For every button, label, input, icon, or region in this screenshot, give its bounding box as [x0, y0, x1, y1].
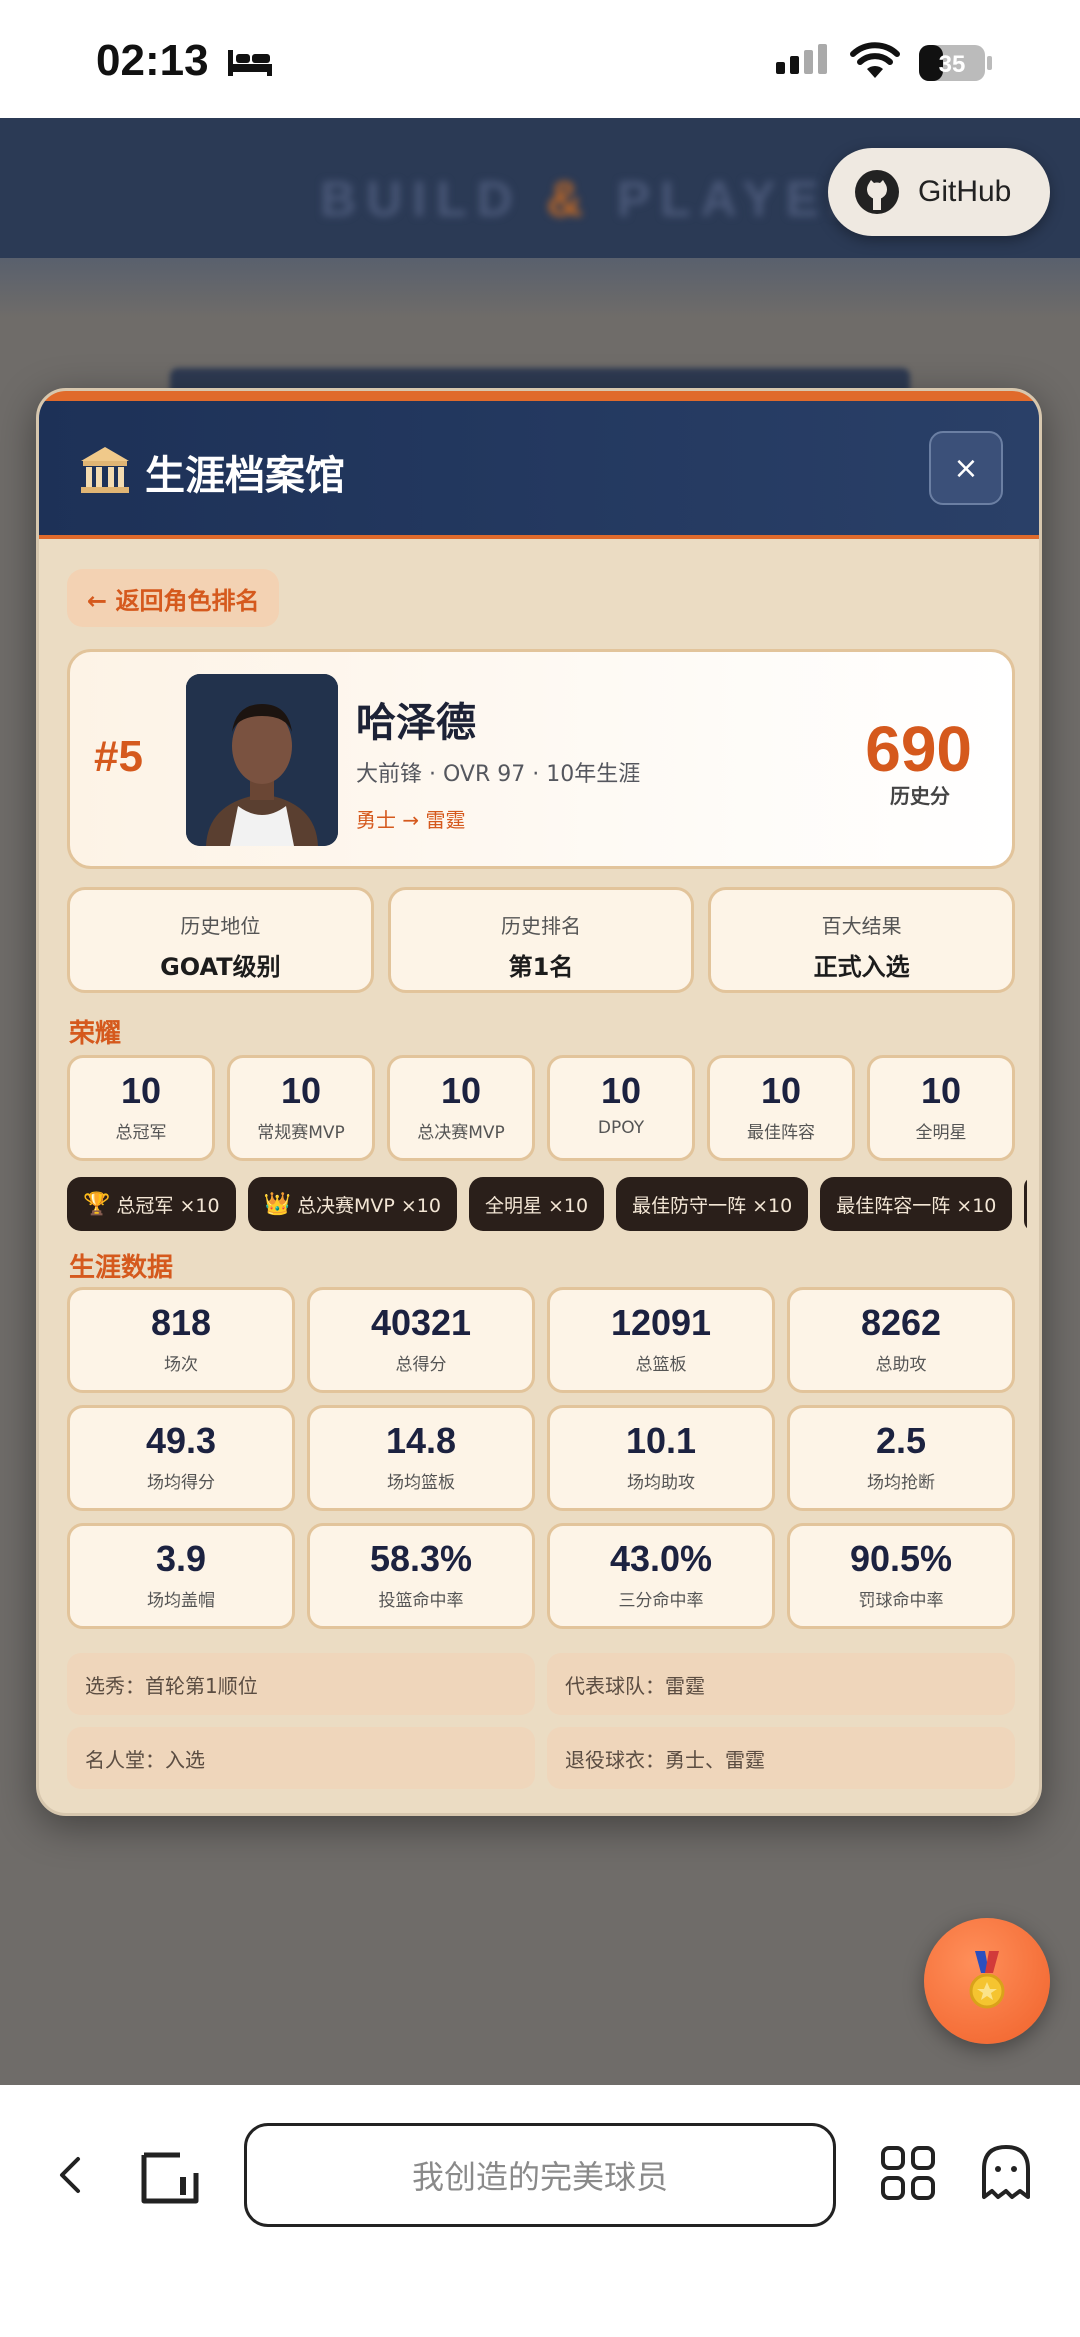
player-meta: 大前锋 · OVR 97 · 10年生涯	[356, 762, 641, 787]
museum-icon	[81, 447, 129, 493]
tabs-icon[interactable]	[140, 2147, 202, 2205]
stat-item: 58.3% 投篮命中率	[307, 1523, 535, 1629]
career-facts: 选秀：首轮第1顺位 代表球队：雷霆 名人堂：入选 退役球衣：勇士、雷霆	[67, 1653, 1015, 1789]
honors-grid: 10 总冠军 10 常规赛MVP 10 总决赛MVP 10 DPOY 10 最佳阵容 10…	[67, 1055, 1015, 1161]
summary-status: 历史地位 GOAT级别	[67, 887, 374, 993]
background-band	[0, 258, 1080, 318]
player-avatar	[186, 674, 338, 846]
historic-score-label: 历史分	[890, 784, 950, 808]
crown-icon: 👑	[263, 1191, 291, 1217]
stat-item: 90.5% 罚球命中率	[787, 1523, 1015, 1629]
historic-score: 690	[865, 713, 972, 785]
close-button[interactable]: ×	[929, 431, 1003, 505]
modal-header: 生涯档案馆 ×	[39, 391, 1039, 539]
github-label: GitHub	[918, 175, 1012, 208]
award-badge	[1024, 1177, 1027, 1231]
ghost-icon[interactable]	[978, 2143, 1034, 2203]
sleep-mode-icon	[228, 50, 272, 76]
draft-info: 选秀：首轮第1顺位	[67, 1653, 535, 1715]
retired-jerseys: 退役球衣：勇士、雷霆	[547, 1727, 1015, 1789]
honor-item: 10 DPOY	[547, 1055, 695, 1161]
stat-item: 8262 总助攻	[787, 1287, 1015, 1393]
app-title: BUILD & PLAYER	[320, 171, 875, 227]
stat-item: 43.0% 三分命中率	[547, 1523, 775, 1629]
battery-icon: 35	[919, 45, 992, 81]
honor-item: 10 全明星	[867, 1055, 1015, 1161]
player-teams: 勇士 → 雷霆	[356, 808, 466, 832]
player-card: #5 哈泽德 大前锋 · OVR 97 · 10年生涯 勇士 → 雷霆 690 …	[67, 649, 1015, 869]
honor-item: 10 最佳阵容	[707, 1055, 855, 1161]
wifi-icon	[850, 42, 900, 78]
stat-item: 12091 总篮板	[547, 1287, 775, 1393]
github-icon	[855, 170, 899, 214]
back-icon[interactable]	[48, 2151, 96, 2199]
career-archive-fab[interactable]	[924, 1918, 1050, 2044]
award-badge: 🏆 总冠军 ×10	[67, 1177, 236, 1231]
career-stats-title: 生涯数据	[69, 1253, 174, 1283]
apps-grid-icon[interactable]	[880, 2145, 936, 2201]
summary-rank: 历史排名 第1名	[387, 887, 695, 993]
address-bar[interactable]: 我创造的完美球员	[244, 2123, 836, 2227]
honor-item: 10 常规赛MVP	[227, 1055, 375, 1161]
award-badge: 全明星 ×10	[468, 1177, 605, 1231]
stat-item: 3.9 场均盖帽	[67, 1523, 295, 1629]
github-button[interactable]: GitHub	[828, 148, 1050, 236]
player-name: 哈泽德	[356, 700, 476, 746]
battery-level: 35	[939, 51, 966, 78]
honors-title: 荣耀	[69, 1019, 122, 1049]
status-time: 02:13	[96, 36, 209, 85]
award-badges-scroller[interactable]: 🏆 总冠军 ×10 👑 总决赛MVP ×10 全明星 ×10 最佳防守一阵 ×10 …	[67, 1177, 1027, 1233]
stat-item: 2.5 场均抢断	[787, 1405, 1015, 1511]
award-badge: 最佳阵容一阵 ×10	[820, 1177, 1013, 1231]
summary-top100: 百大结果 正式入选	[708, 887, 1016, 993]
representative-team: 代表球队：雷霆	[547, 1653, 1015, 1715]
back-to-ranking-button[interactable]: ← 返回角色排名	[67, 569, 280, 627]
player-rank: #5	[94, 732, 143, 781]
legacy-summary: 历史地位 GOAT级别 历史排名 第1名 百大结果 正式入选	[67, 887, 1016, 993]
modal-title: 生涯档案馆	[145, 453, 345, 499]
trophy-icon: 🏆	[83, 1191, 111, 1217]
stat-item: 14.8 场均篮板	[307, 1405, 535, 1511]
stat-item: 10.1 场均助攻	[547, 1405, 775, 1511]
award-badge: 最佳防守一阵 ×10	[616, 1177, 809, 1231]
medal-icon	[969, 1951, 1005, 2009]
career-stats-grid: 818 场次 40321 总得分 12091 总篮板 8262 总助攻 49.3 场均得分…	[67, 1287, 1015, 1629]
career-archive-modal: 生涯档案馆 × ← 返回角色排名 #5 哈泽德 大前锋 · OVR 97 · 1…	[36, 388, 1042, 1816]
browser-toolbar: 我创造的完美球员	[0, 2085, 1080, 2337]
cellular-signal-icon	[776, 44, 827, 74]
stat-item: 818 场次	[67, 1287, 295, 1393]
award-badge: 👑 总决赛MVP ×10	[247, 1177, 457, 1231]
stat-item: 49.3 场均得分	[67, 1405, 295, 1511]
hall-of-fame: 名人堂：入选	[67, 1727, 535, 1789]
stat-item: 40321 总得分	[307, 1287, 535, 1393]
honor-item: 10 总决赛MVP	[387, 1055, 535, 1161]
status-bar: 02:13 35	[0, 0, 1080, 118]
honor-item: 10 总冠军	[67, 1055, 215, 1161]
